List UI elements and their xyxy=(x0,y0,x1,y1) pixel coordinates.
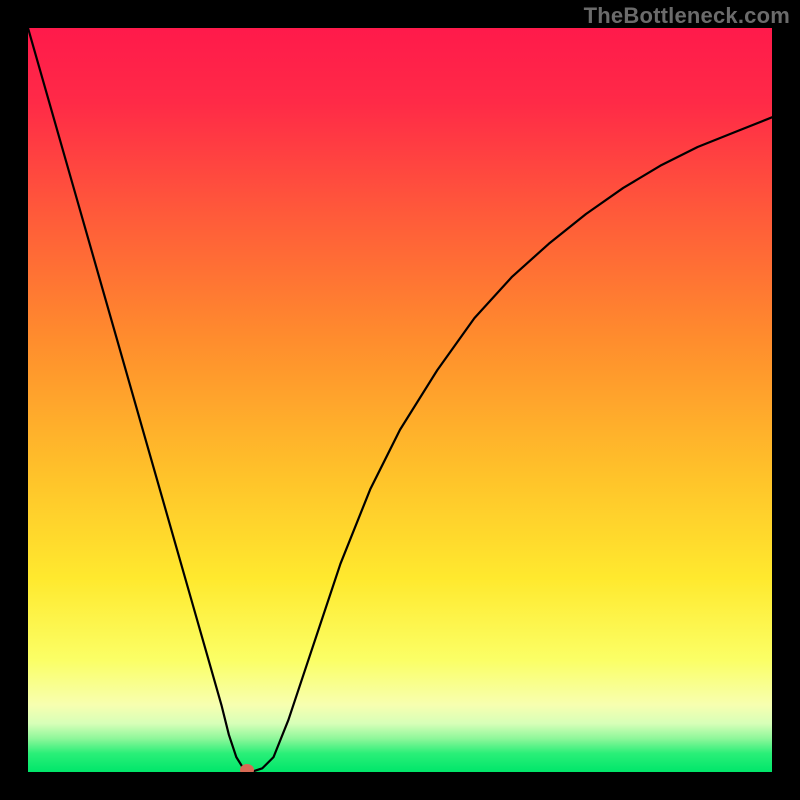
watermark-text: TheBottleneck.com xyxy=(584,3,790,29)
chart-frame: TheBottleneck.com xyxy=(0,0,800,800)
plot-area xyxy=(28,28,772,772)
chart-curve xyxy=(28,28,772,772)
